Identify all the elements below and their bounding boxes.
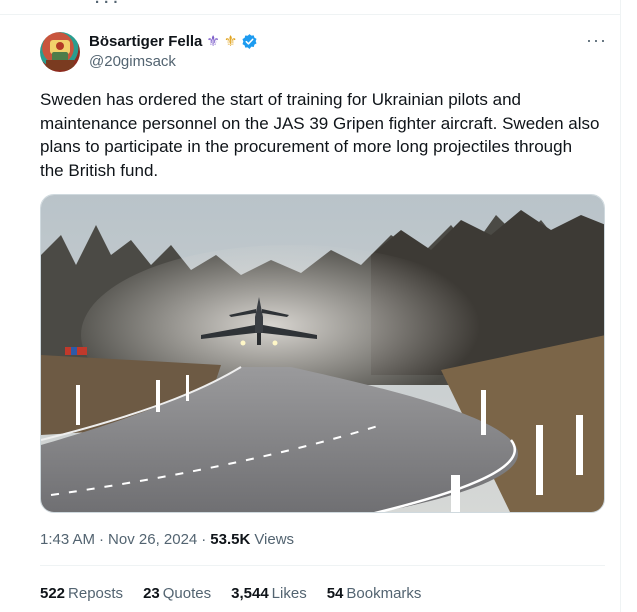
- fleur-de-lis-gold-icon: ⚜: [223, 32, 238, 50]
- tweet-meta: 1:43 AM · Nov 26, 2024 · 53.5K Views: [40, 531, 294, 548]
- views-count: 53.5K: [210, 531, 251, 548]
- tweet-photo[interactable]: [40, 194, 605, 513]
- avatar[interactable]: [40, 32, 80, 72]
- previous-tweet-edge: · · ·: [0, 0, 620, 15]
- meta-separator: ·: [99, 531, 105, 548]
- tweet-date[interactable]: Nov 26, 2024: [108, 531, 197, 548]
- meta-separator-2: ·: [201, 531, 207, 548]
- quotes-count: 23: [143, 585, 160, 602]
- tweet-text: Sweden has ordered the start of training…: [40, 90, 600, 180]
- likes-link[interactable]: 3,544 Likes: [231, 585, 307, 602]
- bookmarks-label: Bookmarks: [346, 585, 422, 602]
- bookmarks-link[interactable]: 54 Bookmarks: [327, 585, 422, 602]
- previous-tweet-stub: · · ·: [95, 0, 119, 11]
- author-handle[interactable]: @20gimsack: [89, 53, 176, 70]
- avatar-image: [46, 40, 74, 70]
- views-label: Views: [254, 531, 295, 548]
- verified-badge-icon[interactable]: [241, 33, 258, 50]
- reposts-label: Reposts: [68, 585, 124, 602]
- quotes-link[interactable]: 23 Quotes: [143, 585, 211, 602]
- engagement-stats: 522 Reposts 23 Quotes 3,544 Likes 54 Bookmar…: [40, 585, 421, 602]
- more-options-icon[interactable]: ···: [586, 30, 607, 51]
- tweet-detail: · · · Bösartiger Fella ⚜ ⚜ @20gimsack ··…: [0, 0, 621, 612]
- reposts-link[interactable]: 522 Reposts: [40, 585, 123, 602]
- reposts-count: 522: [40, 585, 66, 602]
- bookmarks-count: 54: [326, 585, 344, 602]
- fleur-de-lis-purple-icon: ⚜: [206, 32, 220, 50]
- quotes-label: Quotes: [162, 585, 212, 602]
- tweet-time[interactable]: 1:43 AM: [40, 531, 95, 548]
- fighter-jet-photo: [41, 195, 604, 512]
- author-name-row: Bösartiger Fella ⚜ ⚜: [89, 33, 258, 50]
- author-display-name[interactable]: Bösartiger Fella: [89, 33, 202, 50]
- likes-label: Likes: [271, 585, 307, 602]
- divider: [40, 565, 605, 566]
- likes-count: 3,544: [231, 585, 269, 602]
